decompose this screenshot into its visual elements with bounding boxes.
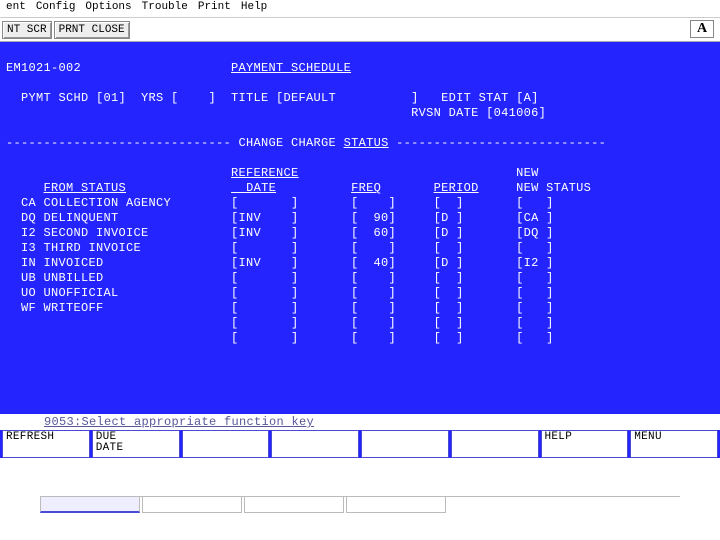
fn-key-6[interactable]	[451, 430, 539, 458]
tab-strip	[40, 496, 680, 514]
menu-print[interactable]: Print	[194, 1, 235, 16]
toolbar: NT SCR PRNT CLOSE A	[0, 18, 720, 42]
fn-key-refresh[interactable]: REFRESH	[2, 430, 90, 458]
tab-2[interactable]	[142, 497, 242, 513]
fn-key-menu[interactable]: MENU	[630, 430, 718, 458]
fn-key-4[interactable]	[271, 430, 359, 458]
menu-ent[interactable]: ent	[2, 1, 30, 16]
menu-options[interactable]: Options	[81, 1, 135, 16]
bottom-area	[0, 458, 720, 518]
nt-scr-button[interactable]: NT SCR	[2, 21, 52, 39]
function-key-row: REFRESH DUE DATE HELP MENU	[0, 430, 720, 458]
tab-3[interactable]	[244, 497, 344, 513]
terminal-screen: EM1021-002 PAYMENT SCHEDULE PYMT SCHD [0…	[0, 42, 720, 458]
tab-4[interactable]	[346, 497, 446, 513]
menu-trouble[interactable]: Trouble	[138, 1, 192, 16]
menu-help[interactable]: Help	[237, 1, 271, 16]
tab-1[interactable]	[40, 497, 140, 513]
font-indicator[interactable]: A	[690, 20, 714, 38]
menu-config[interactable]: Config	[32, 1, 80, 16]
status-message: 9053:Select appropriate function key	[0, 414, 720, 430]
fn-key-5[interactable]	[361, 430, 449, 458]
fn-key-due-date[interactable]: DUE DATE	[92, 430, 180, 458]
terminal-text: EM1021-002 PAYMENT SCHEDULE PYMT SCHD [0…	[6, 46, 714, 346]
menubar: ent Config Options Trouble Print Help	[0, 0, 720, 18]
fn-key-help[interactable]: HELP	[541, 430, 629, 458]
fn-key-3[interactable]	[182, 430, 270, 458]
prnt-close-button[interactable]: PRNT CLOSE	[54, 21, 130, 39]
